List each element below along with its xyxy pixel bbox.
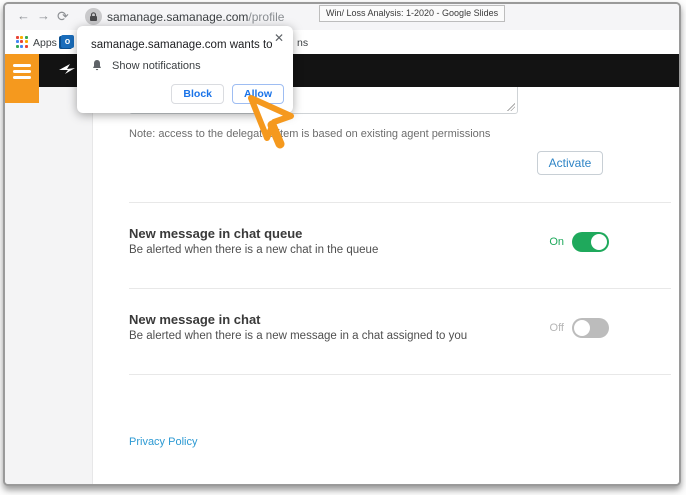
screenshot-stage: ← → ⟳ samanage.samanage.com/profile Apps…: [0, 0, 686, 495]
tab-title-tooltip: Win/ Loss Analysis: 1-2020 - Google Slid…: [319, 5, 505, 22]
lock-glyph: [89, 12, 98, 22]
url-path: /profile: [248, 10, 284, 24]
close-icon[interactable]: ✕: [274, 32, 284, 44]
cursor-pointer-icon: [243, 92, 301, 156]
block-button[interactable]: Block: [171, 84, 224, 104]
toggle-state-label: On: [549, 236, 564, 248]
resize-handle-icon[interactable]: [507, 103, 515, 111]
chat-message-toggle-row: Off: [550, 318, 609, 338]
forward-icon[interactable]: →: [37, 8, 50, 23]
profile-settings-page: [93, 87, 679, 484]
toggle-state-label: Off: [550, 322, 564, 334]
browser-window: ← → ⟳ samanage.samanage.com/profile Apps…: [3, 2, 681, 486]
samanage-logo-icon: [57, 62, 77, 78]
permission-dialog-title: samanage.samanage.com wants to: [91, 39, 273, 51]
permission-request-text: Show notifications: [112, 60, 201, 72]
back-icon[interactable]: ←: [17, 8, 30, 23]
bookmark-partial-text[interactable]: ns: [297, 37, 308, 49]
chat-queue-toggle[interactable]: [572, 232, 609, 252]
reload-icon[interactable]: ⟳: [57, 8, 69, 25]
section-divider: [129, 288, 671, 289]
chat-queue-setting-title: New message in chat queue: [129, 226, 302, 241]
chat-message-setting-title: New message in chat: [129, 312, 261, 327]
toggle-knob: [591, 234, 607, 250]
section-divider: [129, 374, 671, 375]
chat-queue-setting-description: Be alerted when there is a new chat in t…: [129, 244, 378, 256]
address-bar[interactable]: samanage.samanage.com/profile: [107, 10, 284, 24]
delegation-note: Note: access to the delegated item is ba…: [129, 128, 490, 140]
apps-grid-icon[interactable]: [16, 36, 28, 48]
lock-icon[interactable]: [85, 8, 102, 25]
bell-icon: [91, 59, 103, 72]
chat-message-setting-description: Be alerted when there is a new message i…: [129, 330, 467, 342]
section-divider: [129, 202, 671, 203]
collapsed-sidebar: [5, 87, 93, 484]
activate-button[interactable]: Activate: [537, 151, 603, 175]
outlook-icon[interactable]: o: [61, 35, 74, 48]
url-host: samanage.samanage.com: [107, 10, 248, 24]
toggle-knob: [574, 320, 590, 336]
sidebar-menu-button[interactable]: [5, 54, 39, 103]
hamburger-icon: [13, 64, 31, 82]
chat-queue-toggle-row: On: [549, 232, 609, 252]
apps-bookmark-label[interactable]: Apps: [33, 37, 57, 49]
chat-message-toggle[interactable]: [572, 318, 609, 338]
privacy-policy-link[interactable]: Privacy Policy: [129, 436, 197, 448]
